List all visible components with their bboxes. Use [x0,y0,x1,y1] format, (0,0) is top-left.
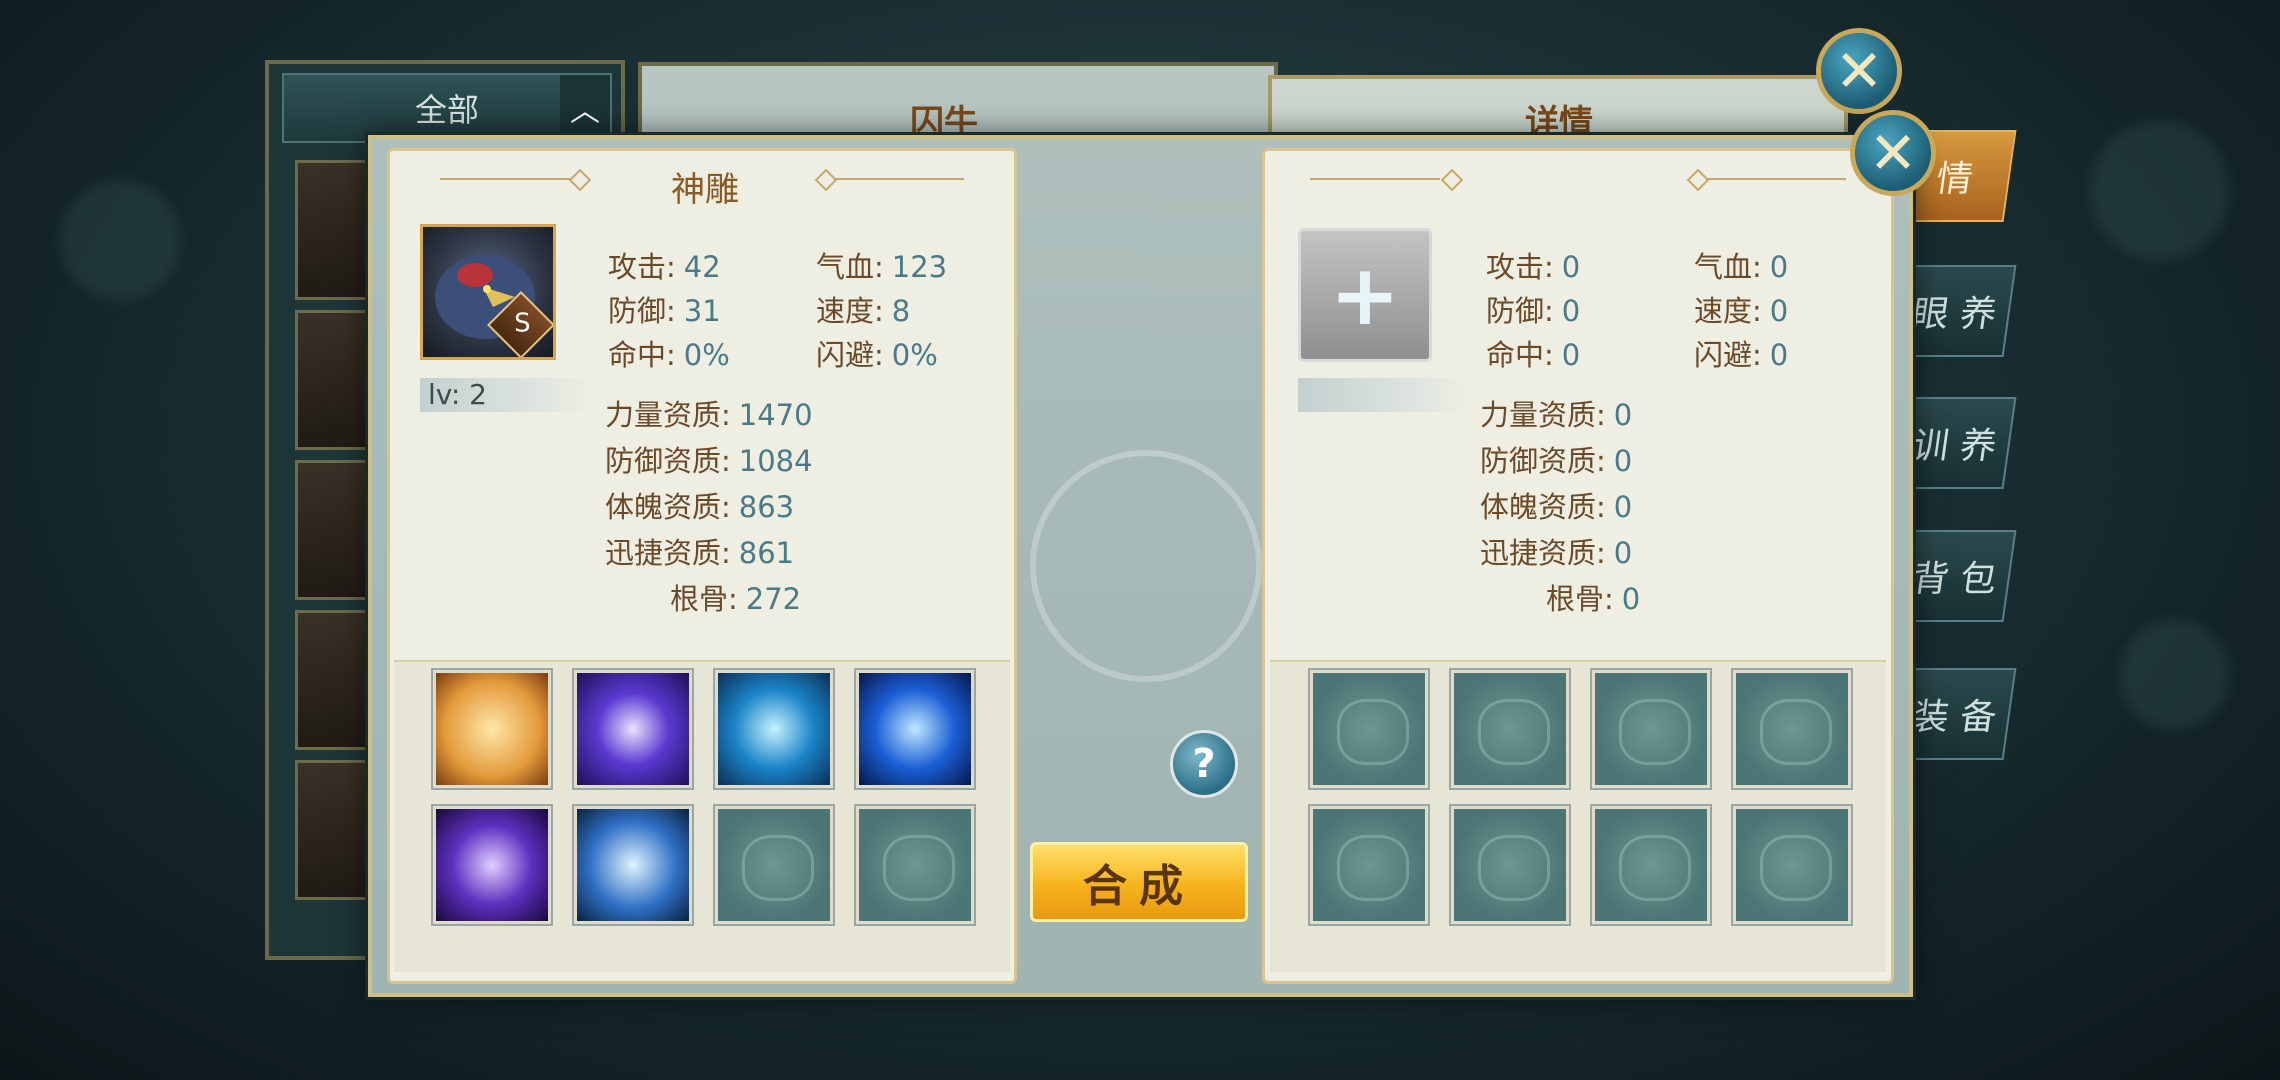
stat-defense: 防御: 31 [608,294,721,328]
title-divider [1310,178,1440,180]
aptitude-defense: 防御资质: 0 [1480,444,1633,478]
stat-hp: 气血: 0 [1694,250,1789,284]
stat-hit: 命中: 0% [608,338,730,372]
question-icon: ? [1192,741,1216,787]
pet-avatar[interactable]: S [420,224,556,360]
left-pet-name: 神雕 [671,169,739,210]
pet-level-empty [1298,378,1468,412]
pet-level: lv: 2 [420,378,590,412]
title-divider [1706,178,1846,180]
chevron-up-icon[interactable]: ︿ [560,75,610,141]
aptitude-agility: 迅捷资质: 0 [1480,536,1633,570]
aptitude-defense: 防御资质: 1084 [605,444,813,478]
tab-label: 训 养 [1909,426,2000,467]
tab-label: 情 [1933,159,1976,200]
compose-button[interactable]: 合成 [1030,842,1248,922]
stat-speed: 速度: 8 [816,294,911,328]
golden-beast-skill-icon[interactable] [433,670,551,788]
tab-label: 装 备 [1909,697,2000,738]
stat-defense: 防御: 0 [1486,294,1581,328]
plus-icon: + [1329,246,1401,344]
stat-attack: 攻击: 0 [1486,250,1581,284]
purple-vortex-skill-icon[interactable] [433,806,551,924]
background-close-button[interactable]: ✕ [1816,28,1902,114]
pet-list-item[interactable] [295,310,375,450]
aptitude-physique: 体魄资质: 0 [1480,490,1633,524]
aptitude-agility: 迅捷资质: 861 [605,536,795,570]
aptitude-strength: 力量资质: 0 [1480,398,1633,432]
close-button[interactable]: ✕ [1850,110,1936,196]
pet-list-item[interactable] [295,160,375,300]
pet-list-item[interactable] [295,610,375,750]
stat-speed: 速度: 0 [1694,294,1789,328]
empty-skill-slot[interactable] [715,806,833,924]
title-divider [834,178,964,180]
empty-skill-slot[interactable] [1592,670,1710,788]
blue-wolf-skill-icon[interactable] [856,670,974,788]
background-bokeh [2090,120,2230,260]
stat-dodge: 闪避: 0 [1694,338,1789,372]
empty-skill-slot[interactable] [1310,806,1428,924]
tab-label: 眼 养 [1909,294,2000,335]
empty-skill-slot[interactable] [1733,806,1851,924]
purple-orb-skill-icon[interactable] [574,670,692,788]
stat-attack: 攻击: 42 [608,250,721,284]
empty-skill-slot[interactable] [856,806,974,924]
stat-dodge: 闪避: 0% [816,338,938,372]
empty-skill-slot[interactable] [1451,670,1569,788]
help-button[interactable]: ? [1170,730,1238,798]
close-icon: ✕ [1868,119,1918,187]
dragon-emblem-icon [1030,450,1262,682]
empty-skill-slot[interactable] [1592,806,1710,924]
title-divider [440,178,570,180]
aptitude-root-bone: 根骨: 272 [670,582,802,616]
blue-crossed-blades-skill-icon[interactable] [715,670,833,788]
pet-filter-dropdown[interactable]: 全部 ︿ [282,73,612,143]
empty-skill-slot[interactable] [1733,670,1851,788]
filter-label: 全部 [414,91,479,129]
blue-heart-skill-icon[interactable] [574,806,692,924]
aptitude-physique: 体魄资质: 863 [605,490,795,524]
empty-skill-slot[interactable] [1451,806,1569,924]
background-bokeh [60,180,180,300]
pet-list-item[interactable] [295,460,375,600]
add-pet-slot[interactable]: + [1298,228,1432,362]
empty-skill-slot[interactable] [1310,670,1428,788]
pet-list-item[interactable] [295,760,375,900]
stat-hit: 命中: 0 [1486,338,1581,372]
aptitude-root-bone: 根骨: 0 [1546,582,1641,616]
background-bokeh [2120,620,2230,730]
close-icon: ✕ [1834,37,1884,105]
stat-hp: 气血: 123 [816,250,948,284]
tab-label: 背 包 [1909,559,2000,600]
aptitude-strength: 力量资质: 1470 [605,398,813,432]
